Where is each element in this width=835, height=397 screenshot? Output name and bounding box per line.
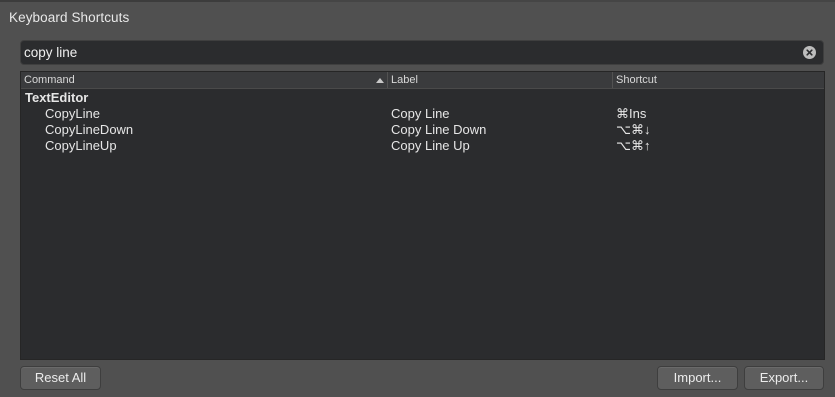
window-title: Keyboard Shortcuts [9, 10, 130, 25]
command-cell: CopyLineUp [45, 138, 117, 153]
table-row[interactable]: CopyLineDown Copy Line Down ⌥⌘↓ [21, 122, 824, 138]
label-cell: Copy Line Down [391, 122, 487, 137]
label-cell: Copy Line [391, 106, 450, 121]
window-top-border [0, 0, 835, 2]
group-name: TextEditor [25, 90, 89, 105]
column-header-label-label: Label [391, 74, 418, 86]
search-input[interactable] [24, 42, 794, 63]
export-button[interactable]: Export... [744, 366, 824, 390]
sort-ascending-icon [376, 78, 384, 83]
table-row[interactable]: CopyLineUp Copy Line Up ⌥⌘↑ [21, 138, 824, 154]
shortcut-cell: ⌥⌘↓ [616, 122, 651, 137]
column-header-command-label: Command [24, 74, 75, 86]
command-cell: CopyLineDown [45, 122, 134, 137]
shortcut-cell: ⌘Ins [616, 106, 647, 121]
group-row-texteditor[interactable]: TextEditor [21, 90, 824, 106]
import-button[interactable]: Import... [657, 366, 738, 390]
column-header-shortcut[interactable]: Shortcut [612, 72, 824, 88]
label-cell: Copy Line Up [391, 138, 470, 153]
table-body: TextEditor CopyLine Copy Line ⌘Ins CopyL… [21, 90, 824, 154]
shortcuts-table: Command Label Shortcut TextEditor CopyLi… [20, 71, 825, 360]
search-field[interactable] [20, 40, 824, 65]
clear-search-icon[interactable] [803, 46, 816, 59]
window-top-border-segment [0, 0, 230, 2]
column-header-command[interactable]: Command [21, 72, 387, 88]
table-header: Command Label Shortcut [21, 72, 824, 89]
table-row[interactable]: CopyLine Copy Line ⌘Ins [21, 106, 824, 122]
reset-all-button[interactable]: Reset All [20, 366, 101, 390]
command-cell: CopyLine [45, 106, 100, 121]
shortcut-cell: ⌥⌘↑ [616, 138, 651, 153]
column-header-label[interactable]: Label [387, 72, 612, 88]
column-header-shortcut-label: Shortcut [616, 74, 657, 86]
